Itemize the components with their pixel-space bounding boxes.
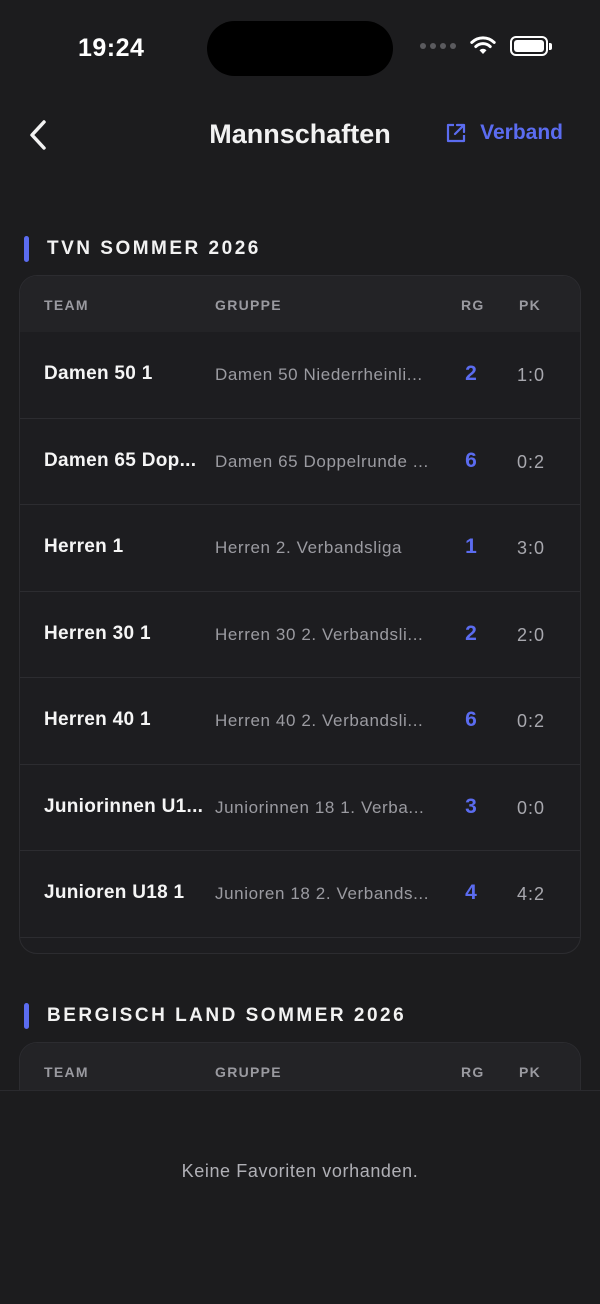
- table-row[interactable]: Juniorinnen U1... Juniorinnen 18 1. Verb…: [20, 765, 580, 851]
- team-group: Damen 65 Doppelrunde ...: [215, 451, 429, 471]
- column-header-pk: PK: [519, 297, 542, 313]
- table-row[interactable]: Junioren U18 1 Junioren 18 2. Verbands..…: [20, 851, 580, 938]
- column-header-team: TEAM: [44, 1064, 89, 1080]
- signal-icon: [420, 43, 456, 49]
- navigation-bar: Mannschaften Verband: [0, 105, 600, 165]
- team-name: Damen 65 Dop...: [44, 449, 197, 471]
- column-header-rg: RG: [461, 1064, 485, 1080]
- table-row[interactable]: Damen 65 Dop... Damen 65 Doppelrunde ...…: [20, 419, 580, 505]
- teams-table-tvn: TEAM GRUPPE RG PK Damen 50 1 Damen 50 Ni…: [19, 275, 581, 954]
- team-points: 3:0: [516, 538, 546, 558]
- team-points: 2:0: [516, 624, 546, 645]
- verband-label: Verband: [480, 121, 563, 144]
- verband-button[interactable]: Verband: [446, 121, 563, 145]
- team-group: Damen 50 Niederrheinli...: [215, 365, 423, 384]
- team-rank: 3: [465, 794, 477, 818]
- section-accent-bar: [24, 236, 29, 262]
- table-header: TEAM GRUPPE RG PK: [20, 276, 580, 332]
- wifi-icon: [470, 36, 496, 54]
- team-name: Herren 1: [44, 536, 124, 557]
- table-row[interactable]: Damen 50 1 Damen 50 Niederrheinli... 2 1…: [20, 332, 580, 419]
- team-points: 4:2: [516, 884, 546, 904]
- table-row[interactable]: Herren 1 Herren 2. Verbandsliga 1 3:0: [20, 505, 580, 592]
- status-icons: [420, 36, 552, 56]
- team-name: Junioren U18 1: [44, 882, 185, 903]
- team-rank: 4: [465, 881, 477, 904]
- external-link-icon: [447, 123, 466, 143]
- column-header-group: GRUPPE: [215, 1064, 282, 1080]
- team-points: 0:2: [516, 451, 546, 472]
- section-header-bergisch-land: BERGISCH LAND SOMMER 2026: [24, 1003, 406, 1029]
- section-title: TVN SOMMER 2026: [47, 238, 261, 259]
- section-accent-bar: [24, 1003, 29, 1029]
- team-rank: 1: [465, 535, 477, 558]
- team-name: Herren 30 1: [44, 622, 151, 644]
- team-points: 0:2: [516, 711, 546, 731]
- status-time: 19:24: [78, 34, 145, 62]
- section-header-tvn: TVN SOMMER 2026: [24, 236, 261, 262]
- section-title: BERGISCH LAND SOMMER 2026: [47, 1005, 407, 1026]
- table-row[interactable]: Herren 40 1 Herren 40 2. Verbandsli... 6…: [20, 678, 580, 765]
- team-name: Herren 40 1: [44, 709, 151, 730]
- team-group: Junioren 18 2. Verbands...: [215, 884, 430, 903]
- team-rank: 6: [465, 448, 477, 472]
- team-group: Herren 40 2. Verbandsli...: [215, 711, 424, 730]
- team-group: Juniorinnen 18 1. Verba...: [215, 797, 425, 817]
- team-points: 1:0: [516, 365, 546, 385]
- column-header-group: GRUPPE: [215, 297, 282, 313]
- column-header-pk: PK: [519, 1064, 542, 1080]
- team-rank: 6: [465, 708, 477, 731]
- team-name: Juniorinnen U1...: [44, 795, 204, 817]
- team-group: Herren 2. Verbandsliga: [215, 538, 403, 557]
- column-header-rg: RG: [461, 297, 485, 313]
- team-rank: 2: [465, 621, 477, 645]
- dynamic-island: [207, 21, 393, 76]
- table-row[interactable]: Herren 30 1 Herren 30 2. Verbandsli... 2…: [20, 592, 580, 678]
- empty-favorites-message: Keine Favoriten vorhanden.: [181, 1161, 419, 1181]
- team-points: 0:0: [516, 797, 546, 818]
- status-bar: 19:24: [0, 0, 600, 90]
- team-group: Herren 30 2. Verbandsli...: [215, 624, 424, 644]
- team-name: Damen 50 1: [44, 363, 153, 384]
- favorites-panel: Keine Favoriten vorhanden.: [0, 1090, 600, 1304]
- battery-icon: [510, 36, 552, 56]
- column-header-team: TEAM: [44, 297, 89, 313]
- team-rank: 2: [465, 362, 477, 385]
